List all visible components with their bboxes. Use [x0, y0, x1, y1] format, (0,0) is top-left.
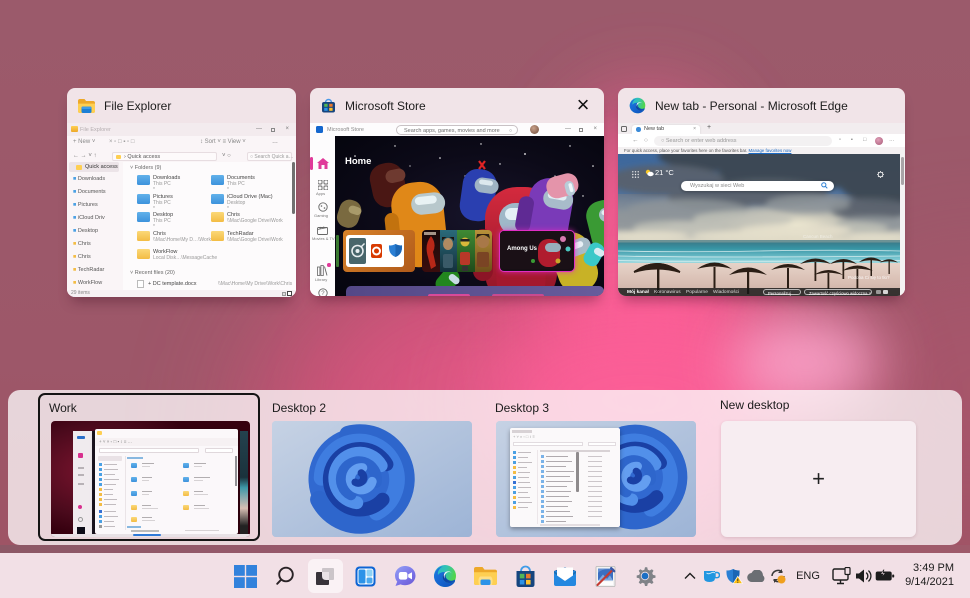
svg-text:?: ? — [321, 291, 325, 296]
